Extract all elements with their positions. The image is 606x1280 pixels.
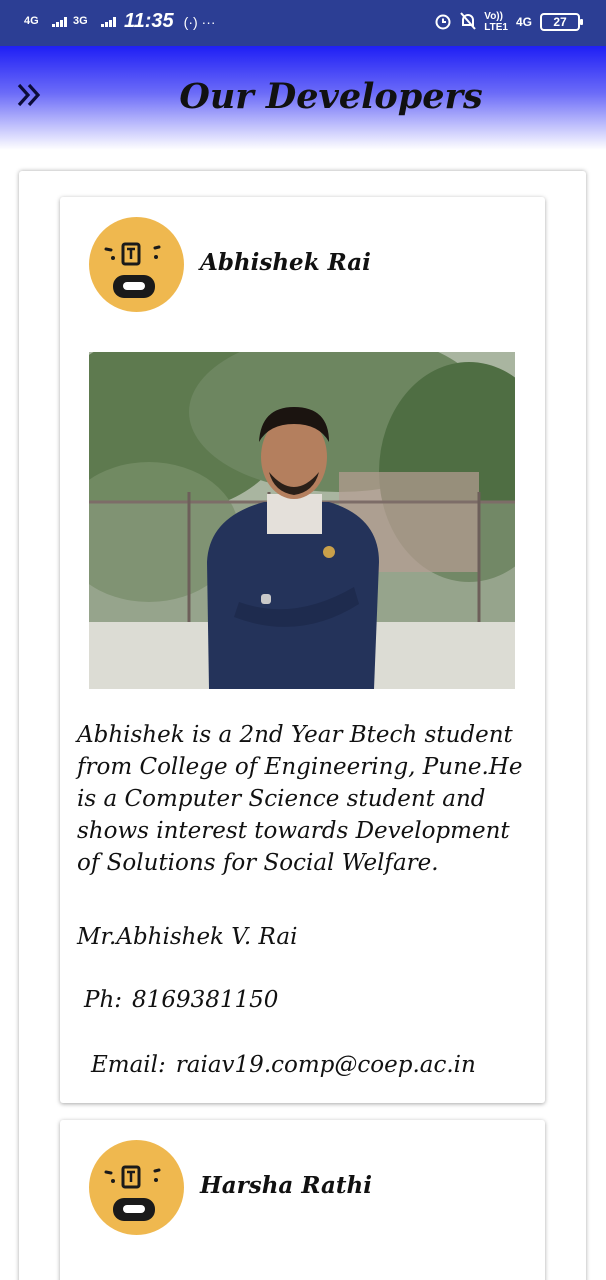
volte-label: Vo))	[484, 11, 503, 22]
avatar	[89, 217, 184, 312]
developer-phone: Ph: 8169381150	[84, 987, 278, 1013]
developer-name: Harsha Rathi	[200, 1172, 372, 1199]
phone-value[interactable]: 8169381150	[132, 987, 278, 1013]
avatar	[89, 1140, 184, 1235]
phone-label: Ph:	[84, 987, 123, 1013]
status-left: 4G 3G 11:35 (·) ···	[24, 10, 216, 33]
battery-level: 27	[553, 15, 567, 29]
status-bar: 4G 3G 11:35 (·) ··· Vo)) LTE1 4G 27	[0, 0, 606, 46]
email-label: Email:	[91, 1052, 166, 1078]
email-value[interactable]: raiav19.comp@coep.ac.in	[176, 1052, 476, 1078]
network-3g-indicator: 3G	[73, 15, 88, 27]
lte-label: LTE1	[484, 22, 508, 33]
developers-container[interactable]: Abhishek Rai Abhishek is a 2nd Year Btec…	[19, 171, 586, 1280]
status-right: Vo)) LTE1 4G 27	[434, 11, 583, 33]
developer-photo	[89, 352, 515, 689]
developer-bio: Abhishek is a 2nd Year Btech student fro…	[77, 722, 523, 876]
signal-icon-2	[101, 17, 116, 27]
signal-icon	[52, 17, 67, 27]
network-4g-indicator-2: 4G	[515, 15, 532, 29]
developer-card: Abhishek Rai Abhishek is a 2nd Year Btec…	[60, 197, 545, 1103]
status-extra-icons: (·) ···	[183, 13, 216, 30]
alarm-icon	[434, 12, 452, 33]
app-header: Our Developers	[0, 46, 606, 150]
notification-off-icon	[460, 11, 477, 33]
developer-full-name: Mr.Abhishek V. Rai	[77, 924, 298, 950]
monster-face-icon	[104, 242, 161, 298]
developer-name: Abhishek Rai	[200, 249, 371, 276]
developer-email: Email: raiav19.comp@coep.ac.in	[91, 1052, 476, 1078]
developer-card: Harsha Rathi	[60, 1120, 545, 1280]
volte-indicator: Vo)) LTE1	[484, 11, 508, 33]
monster-face-icon	[104, 1165, 161, 1221]
battery-icon: 27	[540, 13, 583, 31]
page-title: Our Developers	[179, 76, 483, 117]
status-time: 11:35	[124, 10, 174, 32]
network-4g-indicator: 4G	[24, 15, 39, 27]
